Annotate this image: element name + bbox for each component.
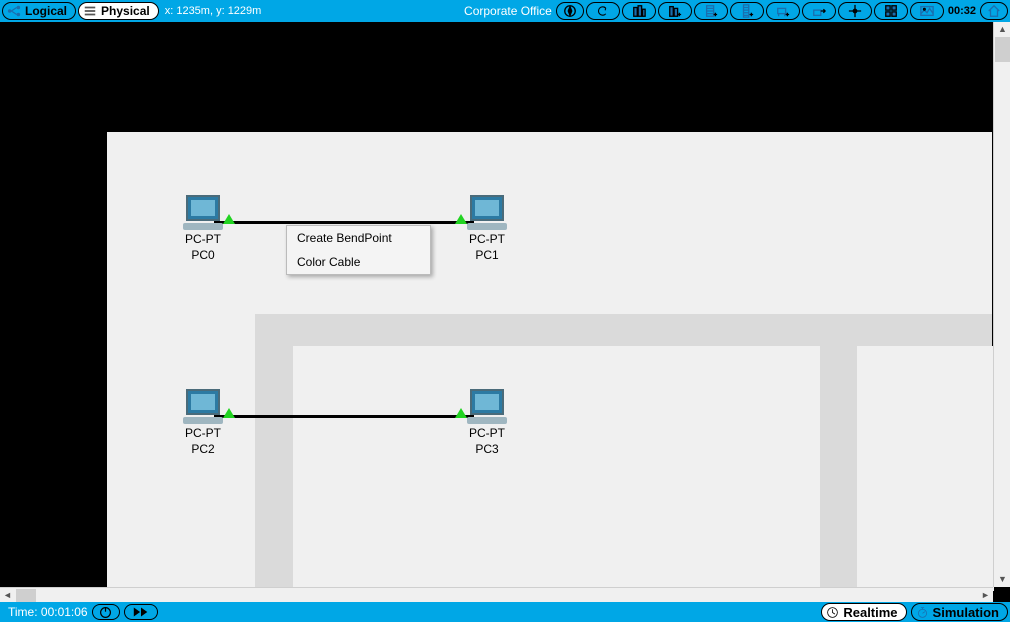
device-name-label: PC1 [457, 248, 517, 262]
logical-mode-button[interactable]: Logical [2, 2, 76, 20]
fast-forward-button[interactable] [124, 604, 158, 620]
scroll-right-arrow-icon[interactable]: ► [978, 588, 993, 602]
device-name-label: PC0 [173, 248, 233, 262]
rack-icon [740, 4, 754, 18]
simulation-mode-button[interactable]: Simulation [911, 603, 1008, 621]
building-add-icon [668, 4, 682, 18]
physical-icon [83, 4, 97, 18]
scroll-down-arrow-icon[interactable]: ▼ [994, 572, 1010, 587]
back-button[interactable] [586, 2, 620, 20]
city-icon [632, 4, 646, 18]
navigation-button[interactable] [556, 2, 584, 20]
cable-context-menu: Create BendPoint Color Cable [286, 225, 431, 275]
device-type-label: PC-PT [457, 232, 517, 246]
device-name-label: PC2 [173, 442, 233, 456]
device-name-label: PC3 [457, 442, 517, 456]
tiles-icon [884, 4, 898, 18]
scroll-left-arrow-icon[interactable]: ◄ [0, 588, 15, 602]
logical-label: Logical [25, 4, 67, 18]
room-inner-b [857, 346, 994, 591]
grid-button[interactable] [838, 2, 872, 20]
device-type-label: PC-PT [457, 426, 517, 440]
physical-mode-button[interactable]: Physical [78, 2, 159, 20]
new-rack-button[interactable] [730, 2, 764, 20]
vertical-scrollbar[interactable]: ▲ ▼ [993, 22, 1010, 587]
logical-icon [7, 4, 21, 18]
fast-forward-icon [132, 606, 150, 618]
cable-pc0-pc1[interactable] [214, 221, 474, 224]
elapsed-clock: 00:32 [948, 5, 976, 17]
scroll-thumb[interactable] [16, 589, 36, 602]
move-object-button[interactable] [802, 2, 836, 20]
pc-icon [186, 195, 220, 221]
compass-icon [563, 4, 577, 18]
device-pc2[interactable]: PC-PT PC2 [173, 389, 233, 456]
device-type-label: PC-PT [173, 426, 233, 440]
top-toolbar: Logical Physical x: 1235m, y: 1229m Corp… [0, 0, 1010, 22]
room-inner-a [293, 346, 820, 591]
sim-time-label: Time: 00:01:06 [8, 605, 88, 619]
back-arrow-icon [596, 4, 610, 18]
closet-icon [704, 4, 718, 18]
scroll-thumb[interactable] [995, 37, 1010, 62]
new-table-button[interactable] [766, 2, 800, 20]
power-icon [99, 606, 112, 619]
home-icon [987, 4, 1001, 18]
cable-pc2-pc3[interactable] [214, 415, 474, 418]
menu-color-cable[interactable]: Color Cable [287, 250, 430, 274]
scroll-up-arrow-icon[interactable]: ▲ [994, 22, 1010, 37]
simulation-label: Simulation [933, 605, 999, 620]
crosshair-icon [848, 4, 862, 18]
table-add-icon [776, 4, 790, 18]
new-closet-button[interactable] [694, 2, 728, 20]
horizontal-scrollbar[interactable]: ◄ ► [0, 587, 993, 602]
device-pc0[interactable]: PC-PT PC0 [173, 195, 233, 262]
device-pc3[interactable]: PC-PT PC3 [457, 389, 517, 456]
pc-icon [470, 195, 504, 221]
tiles-button[interactable] [874, 2, 908, 20]
bottom-toolbar: Time: 00:01:06 Realtime Simulation [0, 602, 1010, 622]
workspace-canvas[interactable]: PC-PT PC0 PC-PT PC1 PC-PT PC2 PC-PT PC3 … [0, 22, 1010, 602]
menu-create-bendpoint[interactable]: Create BendPoint [287, 226, 430, 250]
background-button[interactable] [910, 2, 944, 20]
move-icon [812, 4, 826, 18]
coordinates-display: x: 1235m, y: 1229m [165, 5, 262, 17]
image-icon [920, 4, 934, 18]
clock-icon [826, 606, 839, 619]
physical-floorplan[interactable]: PC-PT PC0 PC-PT PC1 PC-PT PC2 PC-PT PC3 … [107, 132, 992, 587]
power-cycle-button[interactable] [92, 604, 120, 620]
new-building-button[interactable] [658, 2, 692, 20]
location-label: Corporate Office [464, 4, 552, 18]
home-button[interactable] [980, 2, 1008, 20]
device-pc1[interactable]: PC-PT PC1 [457, 195, 517, 262]
pc-icon [470, 389, 504, 415]
realtime-mode-button[interactable]: Realtime [821, 603, 906, 621]
stopwatch-icon [916, 606, 929, 619]
physical-label: Physical [101, 4, 150, 18]
device-type-label: PC-PT [173, 232, 233, 246]
new-city-button[interactable] [622, 2, 656, 20]
realtime-label: Realtime [843, 605, 897, 620]
pc-icon [186, 389, 220, 415]
